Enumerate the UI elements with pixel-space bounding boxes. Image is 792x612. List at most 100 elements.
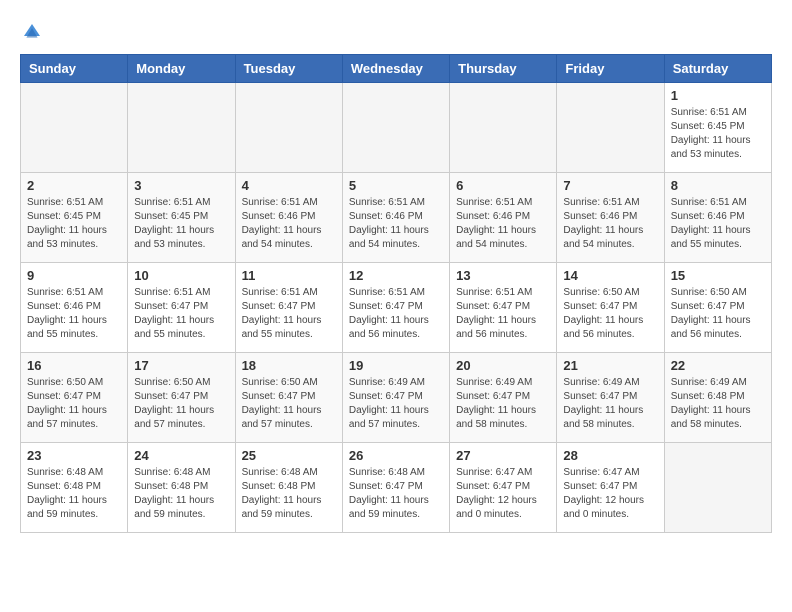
calendar-cell <box>664 443 771 533</box>
day-info: Sunrise: 6:50 AM Sunset: 6:47 PM Dayligh… <box>27 376 121 432</box>
day-info: Sunrise: 6:50 AM Sunset: 6:47 PM Dayligh… <box>563 286 657 342</box>
calendar-table: SundayMondayTuesdayWednesdayThursdayFrid… <box>20 54 772 533</box>
day-number: 10 <box>134 268 228 283</box>
day-info: Sunrise: 6:51 AM Sunset: 6:46 PM Dayligh… <box>671 196 765 252</box>
day-number: 8 <box>671 178 765 193</box>
day-info: Sunrise: 6:51 AM Sunset: 6:46 PM Dayligh… <box>563 196 657 252</box>
day-number: 12 <box>349 268 443 283</box>
day-info: Sunrise: 6:51 AM Sunset: 6:45 PM Dayligh… <box>134 196 228 252</box>
calendar-cell: 9 Sunrise: 6:51 AM Sunset: 6:46 PM Daylig… <box>21 263 128 353</box>
calendar-cell: 22 Sunrise: 6:49 AM Sunset: 6:48 PM Dayli… <box>664 353 771 443</box>
day-info: Sunrise: 6:50 AM Sunset: 6:47 PM Dayligh… <box>671 286 765 342</box>
calendar-cell <box>235 83 342 173</box>
calendar-cell: 7 Sunrise: 6:51 AM Sunset: 6:46 PM Daylig… <box>557 173 664 263</box>
day-number: 25 <box>242 448 336 463</box>
calendar-cell: 19 Sunrise: 6:49 AM Sunset: 6:47 PM Dayli… <box>342 353 449 443</box>
calendar-week-row: 1 Sunrise: 6:51 AM Sunset: 6:45 PM Daylig… <box>21 83 772 173</box>
day-number: 20 <box>456 358 550 373</box>
calendar-cell: 14 Sunrise: 6:50 AM Sunset: 6:47 PM Dayli… <box>557 263 664 353</box>
day-number: 13 <box>456 268 550 283</box>
calendar-cell: 27Sunrise: 6:47 AM Sunset: 6:47 PM Dayli… <box>450 443 557 533</box>
calendar-cell: 20Sunrise: 6:49 AM Sunset: 6:47 PM Dayli… <box>450 353 557 443</box>
day-info: Sunrise: 6:51 AM Sunset: 6:46 PM Dayligh… <box>242 196 336 252</box>
calendar-cell: 12 Sunrise: 6:51 AM Sunset: 6:47 PM Dayli… <box>342 263 449 353</box>
day-info: Sunrise: 6:51 AM Sunset: 6:45 PM Dayligh… <box>671 106 765 162</box>
calendar-cell <box>128 83 235 173</box>
day-info: Sunrise: 6:47 AM Sunset: 6:47 PM Dayligh… <box>563 466 657 522</box>
day-info: Sunrise: 6:51 AM Sunset: 6:47 PM Dayligh… <box>456 286 550 342</box>
calendar-cell: 26 Sunrise: 6:48 AM Sunset: 6:47 PM Dayli… <box>342 443 449 533</box>
calendar-cell: 4 Sunrise: 6:51 AM Sunset: 6:46 PM Daylig… <box>235 173 342 263</box>
day-number: 23 <box>27 448 121 463</box>
calendar-cell: 11Sunrise: 6:51 AM Sunset: 6:47 PM Dayli… <box>235 263 342 353</box>
day-number: 17 <box>134 358 228 373</box>
calendar-cell: 25 Sunrise: 6:48 AM Sunset: 6:48 PM Dayli… <box>235 443 342 533</box>
calendar-week-row: 16Sunrise: 6:50 AM Sunset: 6:47 PM Dayli… <box>21 353 772 443</box>
calendar-cell: 23 Sunrise: 6:48 AM Sunset: 6:48 PM Dayli… <box>21 443 128 533</box>
page-header <box>20 20 772 44</box>
day-number: 9 <box>27 268 121 283</box>
day-info: Sunrise: 6:48 AM Sunset: 6:48 PM Dayligh… <box>134 466 228 522</box>
day-number: 5 <box>349 178 443 193</box>
day-number: 19 <box>349 358 443 373</box>
calendar-week-row: 9 Sunrise: 6:51 AM Sunset: 6:46 PM Daylig… <box>21 263 772 353</box>
weekday-header: Monday <box>128 55 235 83</box>
day-info: Sunrise: 6:51 AM Sunset: 6:46 PM Dayligh… <box>456 196 550 252</box>
day-number: 14 <box>563 268 657 283</box>
logo-icon <box>20 20 44 44</box>
day-number: 21 <box>563 358 657 373</box>
calendar-cell <box>21 83 128 173</box>
day-number: 24 <box>134 448 228 463</box>
weekday-header: Sunday <box>21 55 128 83</box>
calendar-cell: 17Sunrise: 6:50 AM Sunset: 6:47 PM Dayli… <box>128 353 235 443</box>
weekday-header: Saturday <box>664 55 771 83</box>
weekday-header: Tuesday <box>235 55 342 83</box>
day-info: Sunrise: 6:51 AM Sunset: 6:46 PM Dayligh… <box>349 196 443 252</box>
calendar-cell: 16Sunrise: 6:50 AM Sunset: 6:47 PM Dayli… <box>21 353 128 443</box>
calendar-cell <box>557 83 664 173</box>
day-info: Sunrise: 6:48 AM Sunset: 6:48 PM Dayligh… <box>242 466 336 522</box>
calendar-cell <box>450 83 557 173</box>
day-info: Sunrise: 6:49 AM Sunset: 6:48 PM Dayligh… <box>671 376 765 432</box>
calendar-week-row: 23 Sunrise: 6:48 AM Sunset: 6:48 PM Dayli… <box>21 443 772 533</box>
day-number: 11 <box>242 268 336 283</box>
day-number: 6 <box>456 178 550 193</box>
calendar-cell: 28 Sunrise: 6:47 AM Sunset: 6:47 PM Dayli… <box>557 443 664 533</box>
logo <box>20 20 46 44</box>
calendar-cell: 6 Sunrise: 6:51 AM Sunset: 6:46 PM Daylig… <box>450 173 557 263</box>
calendar-cell: 8 Sunrise: 6:51 AM Sunset: 6:46 PM Daylig… <box>664 173 771 263</box>
day-info: Sunrise: 6:48 AM Sunset: 6:48 PM Dayligh… <box>27 466 121 522</box>
day-number: 27 <box>456 448 550 463</box>
day-number: 7 <box>563 178 657 193</box>
day-number: 15 <box>671 268 765 283</box>
day-info: Sunrise: 6:48 AM Sunset: 6:47 PM Dayligh… <box>349 466 443 522</box>
weekday-header: Thursday <box>450 55 557 83</box>
day-number: 18 <box>242 358 336 373</box>
day-number: 1 <box>671 88 765 103</box>
day-number: 4 <box>242 178 336 193</box>
day-info: Sunrise: 6:51 AM Sunset: 6:45 PM Dayligh… <box>27 196 121 252</box>
calendar-cell: 3 Sunrise: 6:51 AM Sunset: 6:45 PM Daylig… <box>128 173 235 263</box>
weekday-header: Wednesday <box>342 55 449 83</box>
calendar-header-row: SundayMondayTuesdayWednesdayThursdayFrid… <box>21 55 772 83</box>
day-info: Sunrise: 6:49 AM Sunset: 6:47 PM Dayligh… <box>563 376 657 432</box>
day-number: 22 <box>671 358 765 373</box>
calendar-cell: 10 Sunrise: 6:51 AM Sunset: 6:47 PM Dayli… <box>128 263 235 353</box>
day-number: 2 <box>27 178 121 193</box>
day-info: Sunrise: 6:51 AM Sunset: 6:47 PM Dayligh… <box>349 286 443 342</box>
calendar-cell: 18Sunrise: 6:50 AM Sunset: 6:47 PM Dayli… <box>235 353 342 443</box>
calendar-cell: 21 Sunrise: 6:49 AM Sunset: 6:47 PM Dayli… <box>557 353 664 443</box>
day-info: Sunrise: 6:49 AM Sunset: 6:47 PM Dayligh… <box>349 376 443 432</box>
calendar-week-row: 2 Sunrise: 6:51 AM Sunset: 6:45 PM Daylig… <box>21 173 772 263</box>
day-info: Sunrise: 6:51 AM Sunset: 6:46 PM Dayligh… <box>27 286 121 342</box>
calendar-cell: 15 Sunrise: 6:50 AM Sunset: 6:47 PM Dayli… <box>664 263 771 353</box>
day-number: 28 <box>563 448 657 463</box>
calendar-cell: 24 Sunrise: 6:48 AM Sunset: 6:48 PM Dayli… <box>128 443 235 533</box>
calendar-cell: 5 Sunrise: 6:51 AM Sunset: 6:46 PM Daylig… <box>342 173 449 263</box>
calendar-cell <box>342 83 449 173</box>
day-number: 26 <box>349 448 443 463</box>
day-number: 3 <box>134 178 228 193</box>
weekday-header: Friday <box>557 55 664 83</box>
calendar-cell: 13 Sunrise: 6:51 AM Sunset: 6:47 PM Dayli… <box>450 263 557 353</box>
day-info: Sunrise: 6:51 AM Sunset: 6:47 PM Dayligh… <box>134 286 228 342</box>
